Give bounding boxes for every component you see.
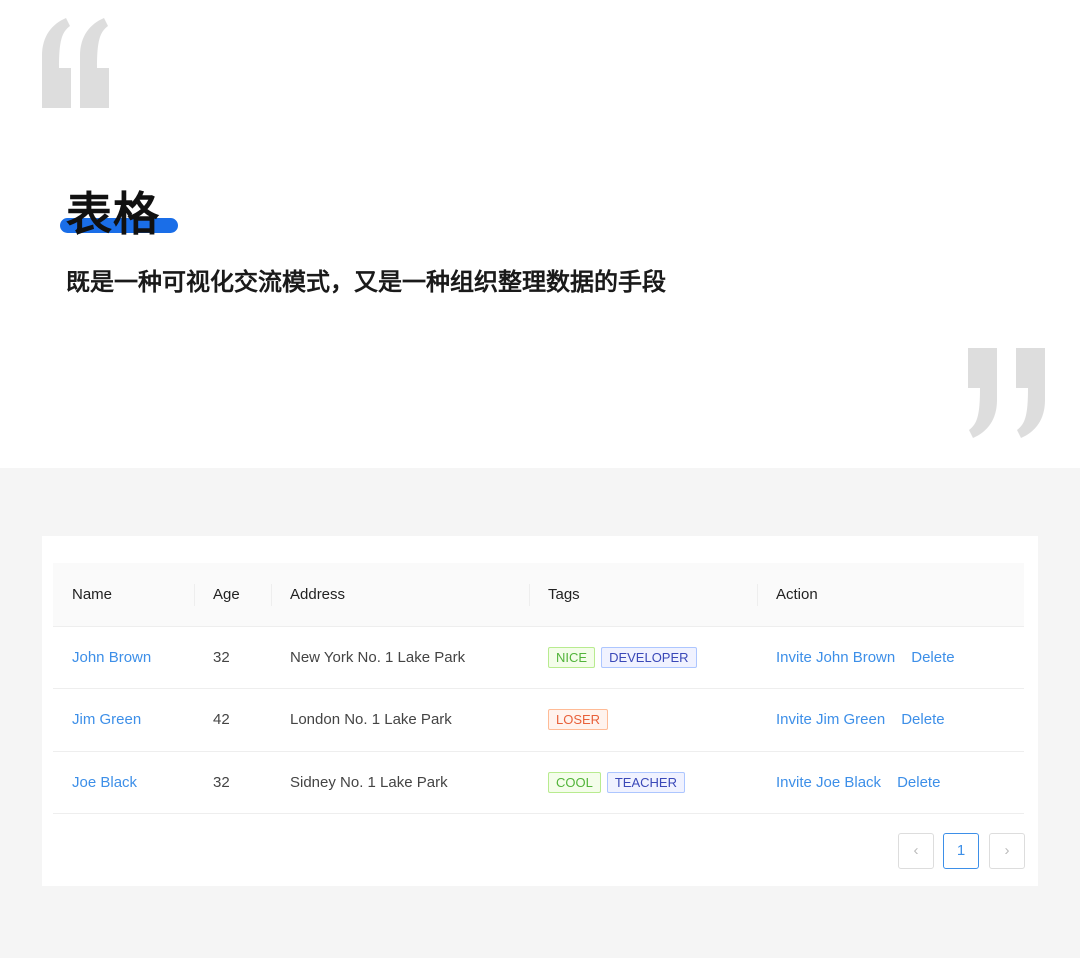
table-row: John Brown 32 New York No. 1 Lake Park N… [53, 626, 1024, 689]
tag: TEACHER [606, 771, 685, 793]
age-cell: 32 [194, 626, 271, 689]
delete-link[interactable]: Delete [897, 774, 940, 791]
address-cell: London No. 1 Lake Park [271, 688, 529, 752]
delete-link[interactable]: Delete [911, 649, 954, 666]
title-block: 表格 [60, 178, 178, 244]
page-1-button[interactable]: 1 [943, 833, 979, 869]
data-table: Name Age Address Tags Action John Brown … [53, 563, 1024, 814]
name-link[interactable]: John Brown [72, 649, 151, 666]
page-title: 表格 [66, 187, 160, 241]
invite-link[interactable]: Invite Joe Black [776, 774, 881, 791]
invite-link[interactable]: Invite John Brown [776, 649, 895, 666]
page-subtitle: 既是一种可视化交流模式，又是一种组织整理数据的手段 [66, 268, 666, 296]
column-header-tags[interactable]: Tags [529, 563, 757, 627]
close-quote-icon [968, 348, 1045, 438]
age-cell: 32 [194, 751, 271, 814]
address-cell: New York No. 1 Lake Park [271, 626, 529, 689]
open-quote-icon [42, 18, 109, 108]
age-cell: 42 [194, 688, 271, 752]
tag: LOSER [548, 709, 609, 731]
column-header-action[interactable]: Action [757, 563, 1024, 627]
table-row: Jim Green 42 London No. 1 Lake Park LOSE… [53, 688, 1024, 752]
name-link[interactable]: Joe Black [72, 774, 137, 791]
column-header-name[interactable]: Name [53, 563, 194, 627]
next-page-button[interactable]: › [989, 833, 1025, 869]
table-card: Name Age Address Tags Action John Brown … [42, 536, 1038, 886]
column-header-address[interactable]: Address [271, 563, 529, 627]
column-header-age[interactable]: Age [194, 563, 271, 627]
address-cell: Sidney No. 1 Lake Park [271, 751, 529, 814]
tag: DEVELOPER [601, 646, 697, 668]
table-row: Joe Black 32 Sidney No. 1 Lake Park COOL… [53, 751, 1024, 814]
tag: COOL [548, 771, 601, 793]
delete-link[interactable]: Delete [901, 711, 944, 728]
name-link[interactable]: Jim Green [72, 711, 141, 728]
prev-page-button[interactable]: ‹ [898, 833, 934, 869]
tag: NICE [548, 646, 596, 668]
table-section: Name Age Address Tags Action John Brown … [0, 468, 1080, 958]
invite-link[interactable]: Invite Jim Green [776, 711, 885, 728]
